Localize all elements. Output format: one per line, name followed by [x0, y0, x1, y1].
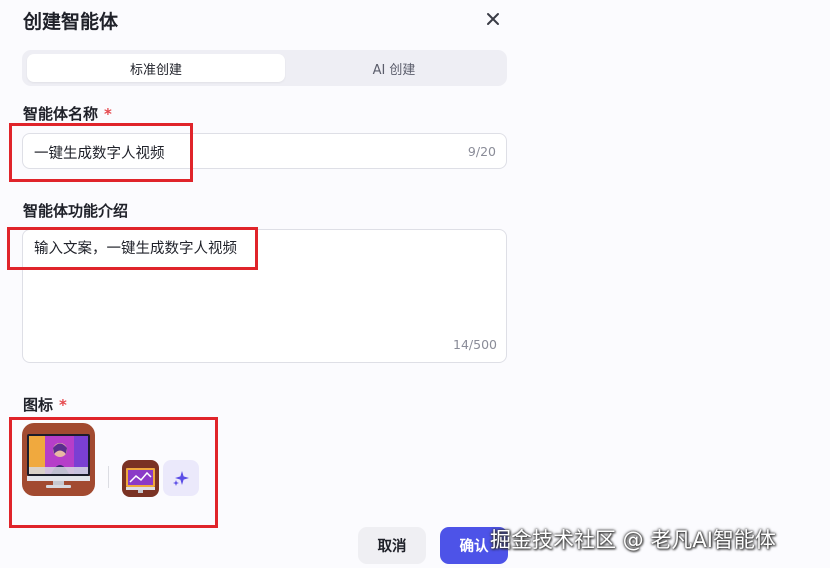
highlight-box-name	[9, 123, 193, 182]
name-label-text: 智能体名称	[23, 105, 99, 123]
desc-char-counter: 14/500	[453, 337, 497, 352]
close-icon[interactable]	[482, 8, 504, 30]
watermark-text: 掘金技术社区 @ 老凡AI智能体	[490, 528, 776, 552]
create-mode-switch: 标准创建 AI 创建	[22, 50, 507, 86]
name-char-counter: 9/20	[467, 144, 496, 159]
icon-field-label: 图标 *	[23, 394, 67, 415]
highlight-box-icon	[9, 417, 218, 528]
cancel-button[interactable]: 取消	[358, 527, 426, 564]
desc-field-label: 智能体功能介绍	[23, 202, 129, 220]
icon-label-text: 图标	[23, 396, 54, 414]
highlight-box-description	[7, 227, 258, 270]
required-mark: *	[104, 105, 112, 123]
name-field-label: 智能体名称 *	[23, 103, 112, 124]
tab-standard-create[interactable]: 标准创建	[27, 54, 285, 82]
dialog-title: 创建智能体	[23, 11, 119, 33]
tab-ai-create[interactable]: AI 创建	[285, 54, 503, 82]
required-mark: *	[59, 396, 67, 414]
create-agent-dialog: 创建智能体 标准创建 AI 创建 智能体名称 * 一键生成数字人视频 9/20 智…	[0, 0, 830, 568]
